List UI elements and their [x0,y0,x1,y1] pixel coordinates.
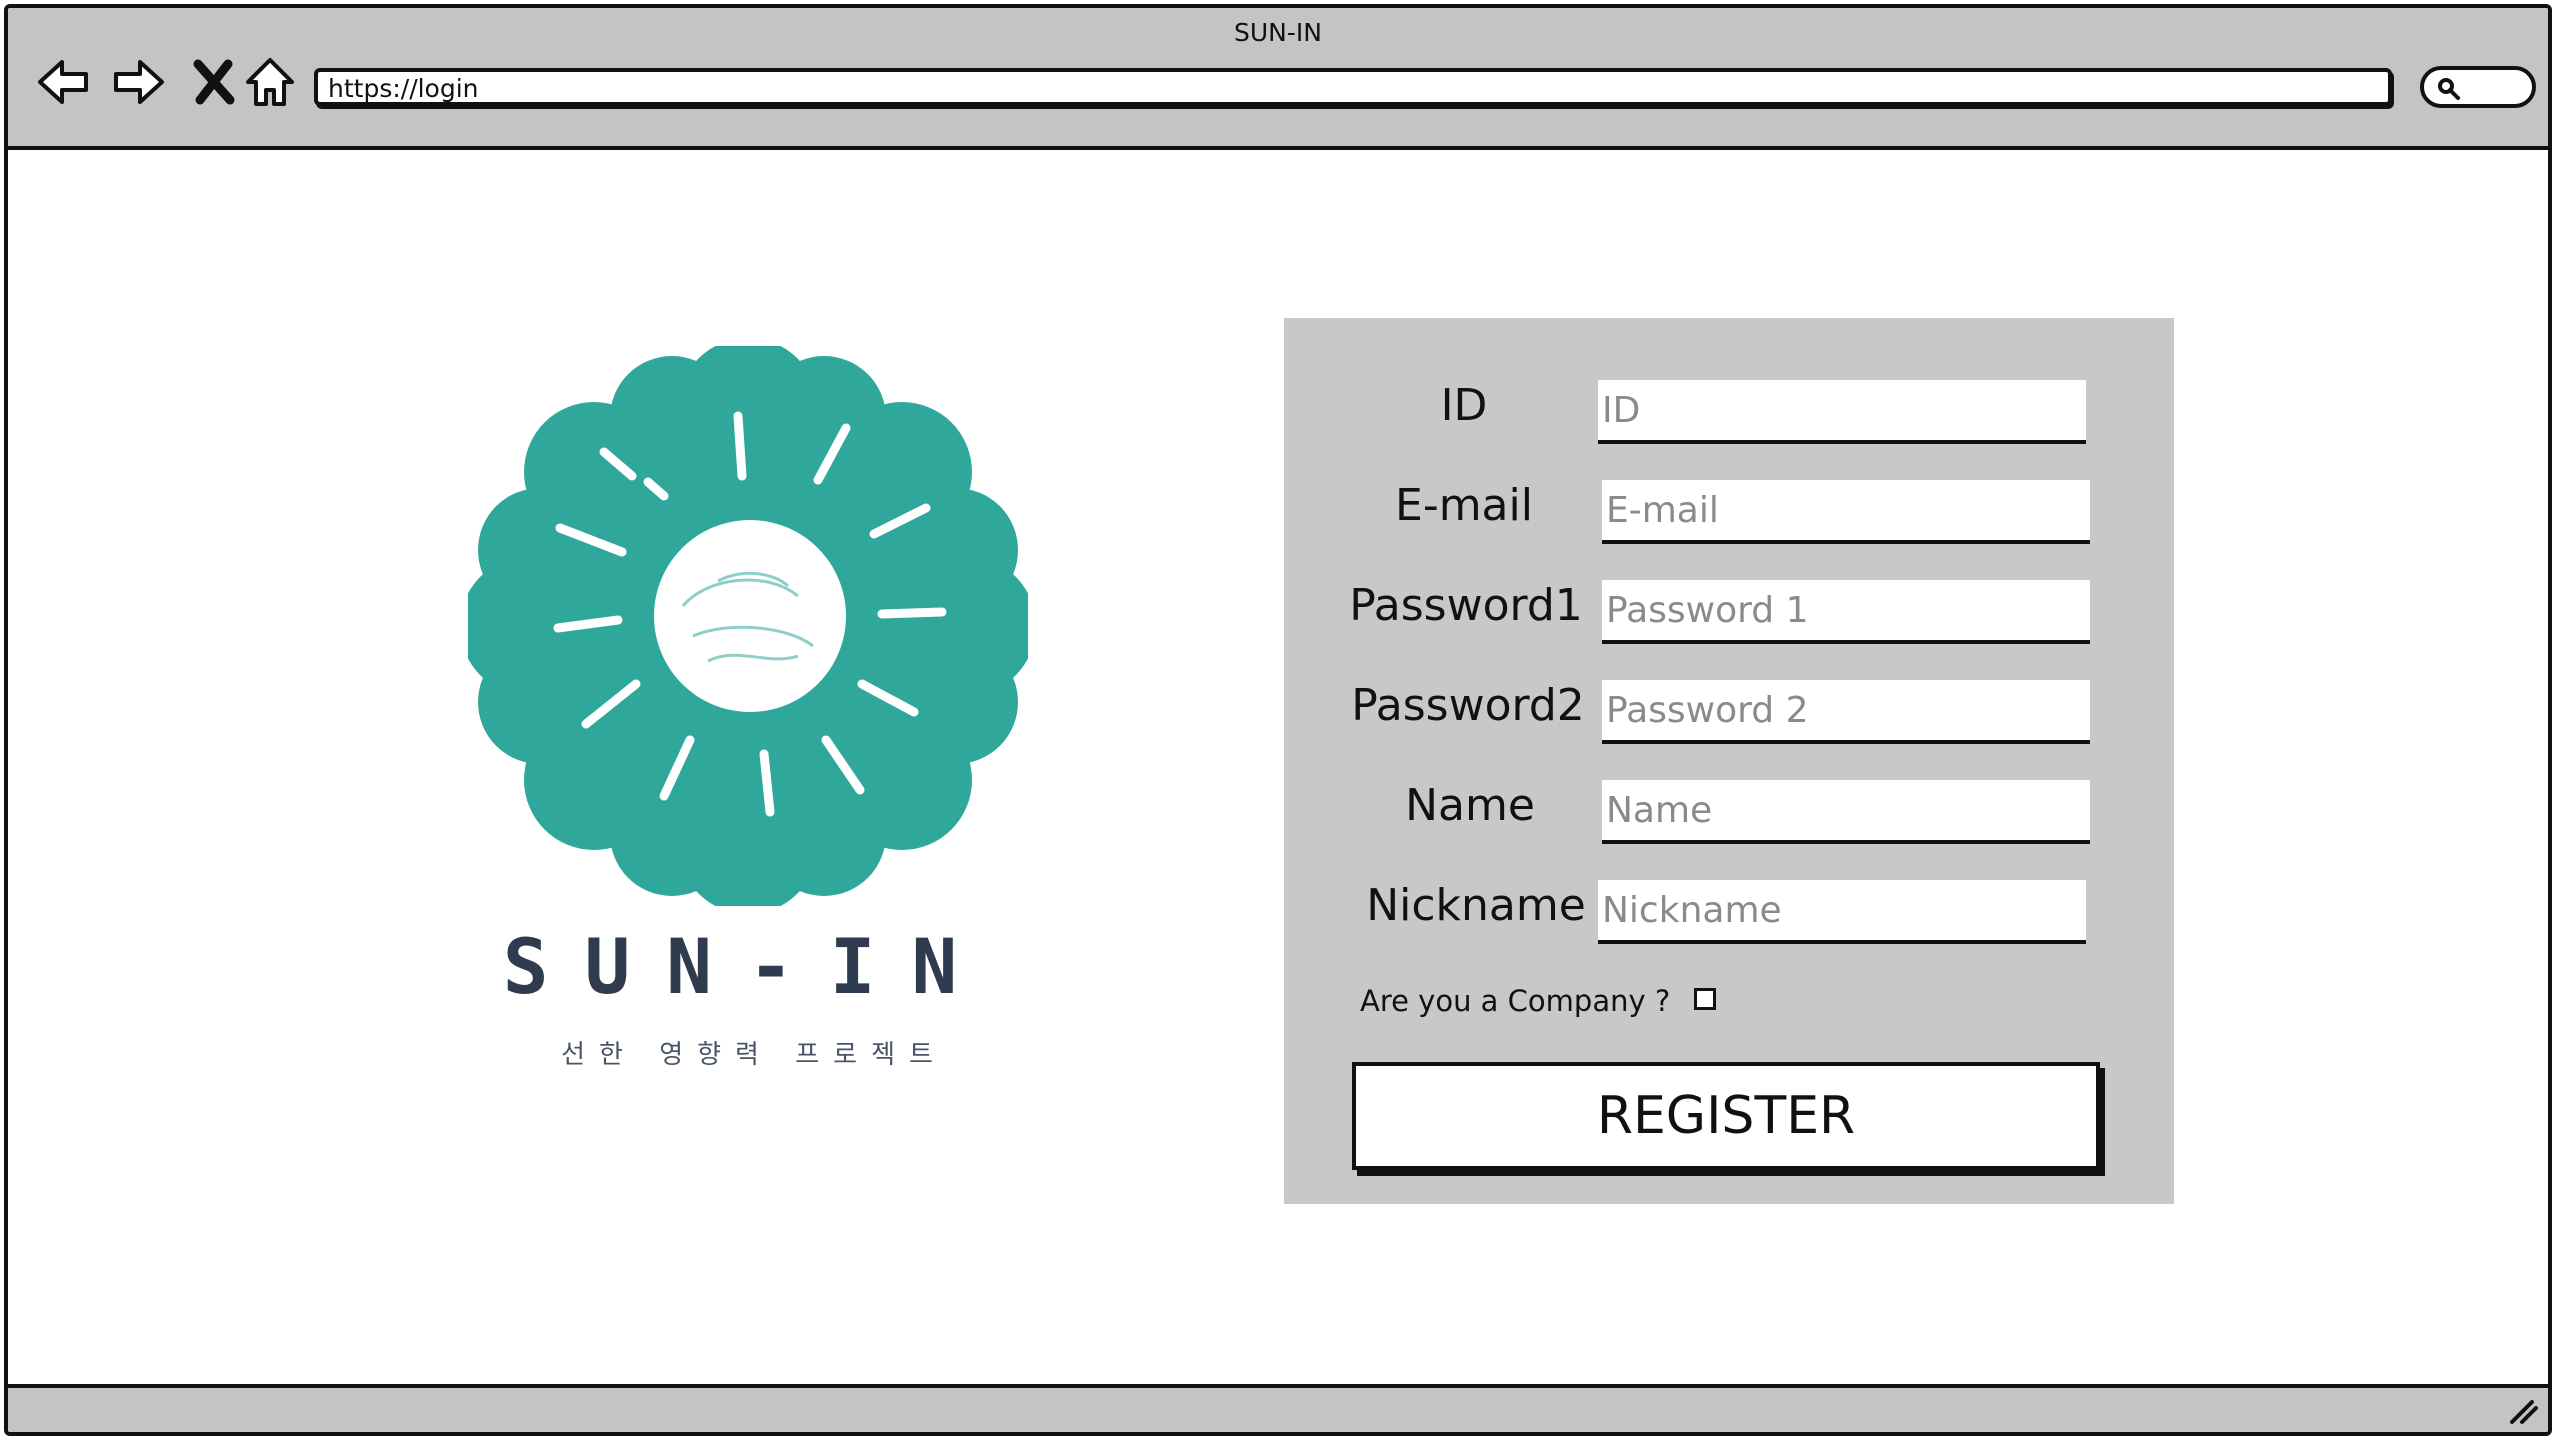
name-field[interactable] [1602,780,2090,844]
url-text: https://login [328,74,479,103]
brand-subtitle: 선한 영향력 프로젝트 [561,1040,947,1070]
name-label: Name [1405,780,1535,831]
search-button[interactable] [2420,66,2536,108]
sun-logo [468,346,1028,906]
password1-field[interactable] [1602,580,2090,644]
url-bar[interactable]: https://login [314,68,2392,106]
id-field[interactable] [1598,380,2086,444]
password1-label: Password1 [1349,580,1583,631]
page-content: SUN-IN 선한 영향력 프로젝트 ID E-mail Password1 P… [8,150,2548,1392]
logo-sun-center [654,520,846,712]
nickname-field[interactable] [1598,880,2086,944]
back-arrow-icon[interactable] [34,52,94,112]
register-form: ID E-mail Password1 Password2 Name Nickn… [1284,318,2174,1204]
password2-field[interactable] [1602,680,2090,744]
password2-label: Password2 [1351,680,1585,731]
resize-grip-icon[interactable] [2506,1396,2540,1426]
home-icon[interactable] [240,52,300,112]
register-button[interactable]: REGISTER [1352,1062,2100,1170]
nickname-label: Nickname [1366,880,1586,931]
id-label: ID [1440,380,1488,431]
brand-name: SUN-IN [502,922,994,1011]
email-field[interactable] [1602,480,2090,544]
company-checkbox[interactable] [1694,988,1716,1010]
company-question-label: Are you a Company ? [1360,984,1671,1018]
window-title: SUN-IN [1234,18,1322,47]
status-bar [8,1384,2548,1432]
search-icon [2438,78,2460,100]
close-icon[interactable] [184,52,244,112]
forward-arrow-icon[interactable] [108,52,168,112]
email-label: E-mail [1395,480,1533,531]
browser-toolbar: SUN-IN https://login [8,8,2548,150]
browser-window: SUN-IN https://login SUN-IN 선한 영향력 프로젝트 … [4,4,2552,1436]
